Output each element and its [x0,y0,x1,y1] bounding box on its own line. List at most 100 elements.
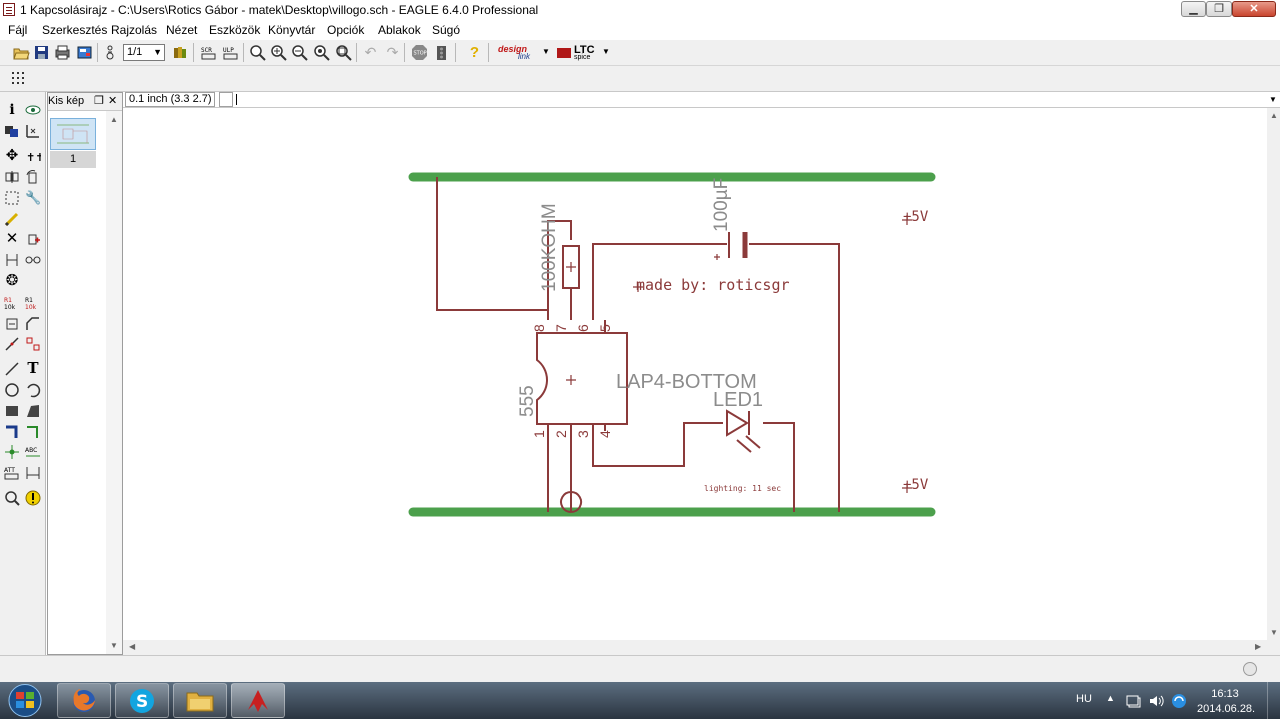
minimize-button[interactable]: ▁ [1181,1,1206,17]
network-icon[interactable] [1170,692,1188,710]
info-icon[interactable]: i [4,102,20,118]
menu-view[interactable]: Nézet [166,23,197,37]
label-icon[interactable]: ABC [25,444,41,460]
scroll-up-icon[interactable]: ▲ [1270,111,1278,120]
grid-icon[interactable] [10,70,27,87]
schematic-board-switch-icon[interactable] [102,44,119,61]
errors-icon[interactable] [25,490,41,506]
action-center-icon[interactable] [1125,693,1141,709]
rotate-icon[interactable] [25,169,41,185]
zoom-out-icon[interactable] [291,44,308,61]
menu-file[interactable]: Fájl [8,23,27,37]
show-desktop-button[interactable] [1267,682,1280,719]
replace-icon[interactable]: ❂ [4,273,20,289]
copy-icon[interactable]: ✝✝ [25,148,41,164]
menu-edit[interactable]: Szerkesztés [42,23,107,37]
undo-icon[interactable]: ↶ [362,44,379,61]
net-icon[interactable] [25,424,41,440]
tray-language[interactable]: HU [1076,693,1092,705]
rectangle-icon[interactable] [4,403,20,419]
script-icon[interactable]: SCR [200,44,217,61]
zoom-in-icon[interactable] [270,44,287,61]
erc-icon[interactable] [4,490,20,506]
go-icon[interactable] [433,44,450,61]
designlink-button[interactable]: design link [498,44,538,61]
tray-expand-icon[interactable]: ▲ [1106,693,1115,703]
ltspice-dropdown-icon[interactable]: ▼ [602,47,610,56]
sheet-thumbnail[interactable] [50,118,96,150]
miter-icon[interactable] [25,316,41,332]
split-icon[interactable] [4,336,20,352]
taskbar-eagle[interactable] [231,683,285,718]
designlink-dropdown-icon[interactable]: ▼ [542,47,550,56]
scroll-down-icon[interactable]: ▼ [1270,628,1278,637]
wire-icon[interactable] [4,361,20,377]
close-button[interactable]: ✕ [1232,1,1276,17]
clock-time[interactable]: 16:13 [1200,688,1250,700]
zoom-select-icon[interactable] [335,44,352,61]
polygon-icon[interactable] [25,403,41,419]
eagle-app-icon[interactable] [3,3,15,16]
pinswap-icon[interactable] [4,252,20,268]
redraw-icon[interactable] [313,44,330,61]
command-input[interactable] [236,93,1266,107]
library-icon[interactable] [172,44,189,61]
menu-help[interactable]: Súgó [432,23,460,37]
cam-icon[interactable] [76,44,93,61]
save-icon[interactable] [33,44,50,61]
mirror-icon[interactable] [4,169,20,185]
move-icon[interactable]: ✥ [4,148,20,164]
arc-icon[interactable] [25,382,41,398]
menu-tools[interactable]: Eszközök [209,23,260,37]
display-icon[interactable] [4,123,20,139]
scroll-up-icon[interactable]: ▲ [110,115,118,124]
sheet-thumbnail-label[interactable]: 1 [50,151,96,168]
command-history-button[interactable] [219,92,233,107]
schematic-canvas[interactable]: 100KOHM 100µF 555 LAP4-BOTTOM LED1 made … [123,108,1267,640]
open-icon[interactable] [13,44,30,61]
canvas-horizontal-scrollbar[interactable]: ◀ ▶ [123,640,1280,655]
canvas-vertical-scrollbar[interactable]: ▲ ▼ [1267,108,1280,640]
menu-window[interactable]: Ablakok [378,23,421,37]
command-dropdown-icon[interactable]: ▼ [1269,95,1277,104]
start-button[interactable] [2,682,48,719]
ltspice-button[interactable]: LTC spice [557,44,603,61]
redo-icon[interactable]: ↷ [384,44,401,61]
thumbnail-scrollbar[interactable]: ▲ ▼ [106,111,122,654]
stop-icon[interactable]: STOP [411,44,428,61]
mark-icon[interactable] [25,123,41,139]
scroll-left-icon[interactable]: ◀ [129,642,135,651]
dimension-icon[interactable] [25,465,41,481]
scroll-right-icon[interactable]: ▶ [1255,642,1261,651]
name-icon[interactable]: R110k [4,295,20,311]
value-icon[interactable]: R110k [25,295,41,311]
zoom-fit-icon[interactable] [249,44,266,61]
bus-icon[interactable] [4,424,20,440]
ulp-icon[interactable]: ULP [222,44,239,61]
invoke-icon[interactable] [25,336,41,352]
change-icon[interactable]: 🔧 [25,190,41,206]
sheet-select[interactable]: 1/1 ▼ [123,44,165,61]
volume-icon[interactable] [1148,693,1164,709]
taskbar-skype[interactable]: S [115,683,169,718]
print-icon[interactable] [54,44,71,61]
restore-panel-icon[interactable]: ❐ [94,94,104,107]
junction-icon[interactable] [4,444,20,460]
smash-icon[interactable] [4,316,20,332]
delete-icon[interactable]: ✕ [4,231,20,247]
gateswap-icon[interactable] [25,252,41,268]
clock-date[interactable]: 2014.06.28. [1197,703,1255,715]
group-icon[interactable] [4,190,20,206]
scroll-down-icon[interactable]: ▼ [110,641,118,650]
menu-library[interactable]: Könyvtár [268,23,315,37]
menu-options[interactable]: Opciók [327,23,364,37]
maximize-button[interactable]: ❐ [1206,1,1232,17]
paste-icon[interactable] [4,211,20,227]
taskbar-firefox[interactable] [57,683,111,718]
menu-draw[interactable]: Rajzolás [111,23,157,37]
close-panel-icon[interactable]: ✕ [108,94,117,107]
taskbar-explorer[interactable] [173,683,227,718]
add-icon[interactable] [25,231,41,247]
text-icon[interactable]: T [25,360,41,376]
circle-icon[interactable] [4,382,20,398]
